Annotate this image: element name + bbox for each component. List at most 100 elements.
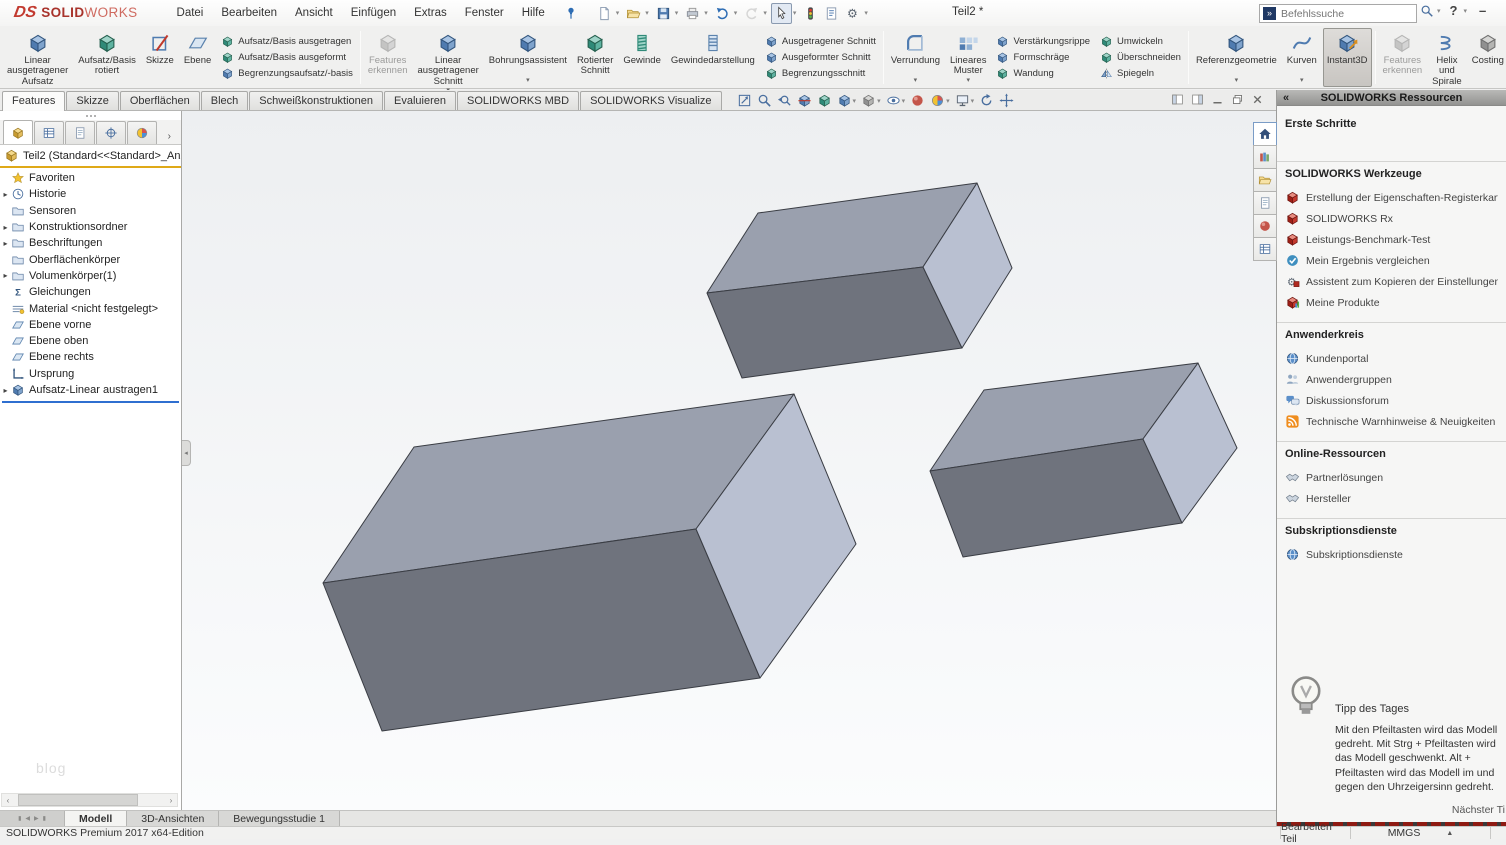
tree-item-favoriten[interactable]: Favoriten [0, 170, 181, 186]
custom-properties-tab[interactable] [1253, 237, 1277, 261]
solidworks-rx-link[interactable]: SOLIDWORKS Rx [1285, 208, 1498, 229]
new-document-button[interactable] [594, 3, 615, 24]
options-button[interactable]: ⚙ [842, 3, 863, 24]
aufsatz-basis-ausgetragen-button[interactable]: Aufsatz/Basis ausgetragen [219, 34, 355, 50]
restore-window-button[interactable] [1231, 93, 1244, 106]
print-button[interactable] [682, 3, 703, 24]
design-library-tab[interactable] [1253, 145, 1277, 169]
ebene-button[interactable]: Ebene [180, 28, 215, 87]
tree-item-ebene-rechts[interactable]: Ebene rechts [0, 349, 181, 365]
features-erkennen-button[interactable]: Features erkennen [364, 28, 412, 87]
tree-item-konstruktionsordner[interactable]: ▸Konstruktionsordner [0, 219, 181, 235]
spiegeln-button[interactable]: Spiegeln [1098, 66, 1183, 82]
tree-item-sensoren[interactable]: Sensoren [0, 203, 181, 219]
menu-bearbeiten[interactable]: Bearbeiten [212, 2, 286, 24]
wandung-button[interactable]: Wandung [994, 66, 1092, 82]
tab-features[interactable]: Features [2, 91, 65, 111]
menu-fenster[interactable]: Fenster [456, 2, 513, 24]
edit-appearance-button[interactable] [910, 93, 925, 108]
rotate-view-button[interactable] [979, 93, 994, 108]
tab-skizze[interactable]: Skizze [66, 91, 118, 110]
apply-scene-button[interactable]: ▾ [930, 93, 950, 108]
tree-horizontal-scrollbar[interactable]: ‹ › [1, 793, 178, 807]
select-button[interactable] [771, 3, 792, 24]
tree-item-volumenkörper-1[interactable]: ▸Volumenkörper(1) [0, 268, 181, 284]
search-scope-icon[interactable]: » [1263, 7, 1276, 20]
expander-icon[interactable]: ▸ [0, 223, 11, 232]
model-tab-bewegungsstudie-1[interactable]: Bewegungsstudie 1 [219, 811, 340, 826]
appearances-scenes-tab[interactable] [1253, 214, 1277, 238]
leistungs-benchmark-test-link[interactable]: Leistungs-Benchmark-Test [1285, 229, 1498, 250]
helix-und-spirale-button[interactable]: Helix und Spirale [1428, 28, 1466, 87]
tree-item-oberflächenkörper[interactable]: Oberflächenkörper [0, 251, 181, 267]
pan-button[interactable] [999, 93, 1014, 108]
next-tip-link[interactable]: Nächster Ti [1283, 804, 1505, 816]
view-settings-button[interactable]: ▾ [955, 93, 975, 108]
expander-icon[interactable]: ▸ [0, 190, 11, 199]
minimize-app-button[interactable]: – [1473, 3, 1492, 18]
save-button[interactable] [653, 3, 674, 24]
display-style-button[interactable]: ▾ [861, 93, 881, 108]
tab-oberflächen[interactable]: Oberflächen [120, 91, 200, 110]
panel-splitter-handle[interactable]: ◂ [182, 440, 191, 466]
mein-ergebnis-vergleichen-link[interactable]: Mein Ergebnis vergleichen [1285, 250, 1498, 271]
file-explorer-tab[interactable] [1253, 168, 1277, 192]
umwickeln-button[interactable]: Umwickeln [1098, 34, 1183, 50]
unit-system-selector[interactable]: MMGS ▲ [1350, 827, 1490, 839]
tab-solidworks-visualize[interactable]: SOLIDWORKS Visualize [580, 91, 721, 110]
linear-ausgetragener-aufsatz-button[interactable]: Linear ausgetragener Aufsatz [3, 28, 72, 87]
section-view-button[interactable] [797, 93, 812, 108]
tree-item-ebene-vorne[interactable]: Ebene vorne [0, 317, 181, 333]
expander-icon[interactable]: ▸ [0, 386, 11, 395]
aufsatz-basis-ausgeformt-button[interactable]: Aufsatz/Basis ausgeformt [219, 50, 355, 66]
subskriptionsdienste-link[interactable]: Subskriptionsdienste [1285, 544, 1498, 565]
features-erkennen-button[interactable]: Features erkennen [1379, 28, 1427, 87]
featuremanager-tab[interactable] [3, 120, 33, 144]
meine-produkte-link[interactable]: Meine Produkte [1285, 292, 1498, 313]
view-orientation-button[interactable]: ▾ [837, 93, 857, 108]
pane-right-button[interactable] [1191, 93, 1204, 106]
scroll-left-icon[interactable]: ‹ [2, 796, 14, 805]
feature-tree-root[interactable]: Teil2 (Standard<<Standard>_Anzeigesta [0, 145, 181, 168]
rebuild-button[interactable] [800, 3, 821, 24]
menu-einfügen[interactable]: Einfügen [342, 2, 405, 24]
search-input[interactable] [1279, 7, 1416, 21]
file-properties-button[interactable] [821, 3, 842, 24]
redo-dropdown-icon[interactable]: ▾ [763, 9, 767, 17]
print-dropdown-icon[interactable]: ▾ [704, 9, 708, 17]
menu-datei[interactable]: Datei [168, 2, 213, 24]
new-document-dropdown-icon[interactable]: ▾ [616, 9, 620, 17]
open-dropdown-icon[interactable]: ▾ [645, 9, 649, 17]
panel-expand-chevron[interactable]: › [164, 129, 175, 144]
tree-item-gleichungen[interactable]: ΣGleichungen [0, 284, 181, 300]
verstärkungsrippe-button[interactable]: Verstärkungsrippe [994, 34, 1092, 50]
überschneiden-button[interactable]: Überschneiden [1098, 50, 1183, 66]
tree-item-ursprung[interactable]: Ursprung [0, 366, 181, 382]
previous-view-button[interactable] [777, 93, 792, 108]
model-tab-scroll[interactable]: ▮◀▶▮ [0, 811, 65, 826]
menu-hilfe[interactable]: Hilfe [513, 2, 554, 24]
linear-ausgetragener-schnitt-button[interactable]: Linear ausgetragener Schnitt▾ [414, 28, 483, 87]
collapse-panel-button[interactable]: « [1277, 92, 1295, 104]
tree-item-aufsatz-linear-austragen1[interactable]: ▸ Aufsatz-Linear austragen1 [0, 382, 181, 398]
diskussionsforum-link[interactable]: Diskussionsforum [1285, 390, 1498, 411]
expander-icon[interactable]: ▸ [0, 239, 11, 248]
propertymanager-tab[interactable] [34, 121, 64, 144]
anwendergruppen-link[interactable]: Anwendergruppen [1285, 369, 1498, 390]
pane-left-button[interactable] [1171, 93, 1184, 106]
ausgeformter-schnitt-button[interactable]: Ausgeformter Schnitt [763, 50, 878, 66]
resources-home-tab[interactable] [1253, 122, 1277, 146]
hide-show-items-button[interactable]: ▾ [886, 93, 906, 108]
model-tab-3d-ansichten[interactable]: 3D-Ansichten [127, 811, 219, 826]
tree-item-ebene-oben[interactable]: Ebene oben [0, 333, 181, 349]
formschräge-button[interactable]: Formschräge [994, 50, 1092, 66]
model-tab-modell[interactable]: Modell [65, 811, 127, 826]
help-dropdown-icon[interactable]: ▾ [1463, 7, 1467, 15]
ausgetragener-schnitt-button[interactable]: Ausgetragener Schnitt [763, 34, 878, 50]
partnerlösungen-link[interactable]: Partnerlösungen [1285, 467, 1498, 488]
kurven-button[interactable]: Kurven▾ [1283, 28, 1321, 87]
view-palette-tab[interactable] [1253, 191, 1277, 215]
rotierter-schnitt-button[interactable]: Rotierter Schnitt [573, 28, 617, 87]
redo-button[interactable] [741, 3, 762, 24]
tree-item-material-nicht-festgelegt[interactable]: Material <nicht festgelegt> [0, 300, 181, 316]
